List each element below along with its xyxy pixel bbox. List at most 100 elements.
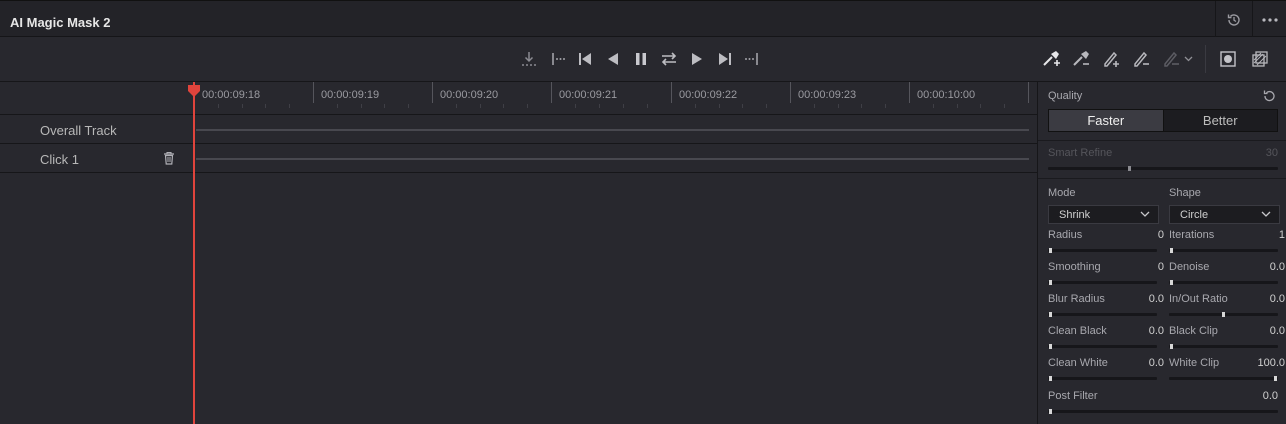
- slider-knob[interactable]: [1128, 166, 1131, 171]
- slider-knob[interactable]: [1049, 409, 1052, 414]
- slider-knob[interactable]: [1222, 312, 1225, 317]
- shape-dropdown[interactable]: Circle: [1169, 205, 1280, 224]
- subtract-stroke-icon[interactable]: [1131, 49, 1151, 69]
- section-divider: [1038, 140, 1286, 141]
- ruler-tick-label: 00:00:09:18: [202, 89, 261, 101]
- smoothing-value[interactable]: 0: [1108, 261, 1164, 273]
- denoise-slider[interactable]: [1169, 280, 1278, 285]
- iterations-slider[interactable]: [1169, 248, 1278, 253]
- iterations-value[interactable]: 1: [1229, 229, 1285, 241]
- chevron-down-icon: [1140, 211, 1150, 217]
- ruler-minor-tick: [599, 104, 600, 108]
- section-divider: [1038, 178, 1286, 179]
- ruler-minor-tick: [337, 104, 338, 108]
- ruler-tick-label: 00:00:09:20: [440, 89, 499, 101]
- ruler-minor-tick: [575, 104, 576, 108]
- in-out-ratio-label: In/Out Ratio: [1169, 293, 1228, 305]
- clean-black-slider[interactable]: [1048, 344, 1157, 349]
- track-in-icon[interactable]: [547, 49, 567, 69]
- mode-dropdown[interactable]: Shrink: [1048, 205, 1159, 224]
- delete-track-icon[interactable]: [162, 151, 176, 165]
- header-divider: [1215, 1, 1216, 37]
- ruler-minor-tick: [384, 104, 385, 108]
- radius-slider[interactable]: [1048, 248, 1157, 253]
- track-row-click-1[interactable]: Click 1: [0, 144, 1038, 173]
- white-clip-slider[interactable]: [1169, 376, 1278, 381]
- go-to-last-frame-icon[interactable]: [715, 49, 735, 69]
- blur-radius-value[interactable]: 0.0: [1108, 293, 1164, 305]
- playhead-handle[interactable]: [187, 84, 201, 97]
- reset-icon[interactable]: [1260, 87, 1278, 105]
- mode-label: Mode: [1048, 187, 1076, 199]
- remove-subject-picker-icon[interactable]: [1071, 49, 1091, 69]
- slider-knob[interactable]: [1049, 248, 1052, 253]
- iterations-label: Iterations: [1169, 229, 1215, 241]
- toolbar-divider: [1205, 45, 1206, 73]
- ruler-minor-tick: [361, 104, 362, 108]
- clean-white-label: Clean White: [1048, 357, 1108, 369]
- add-stroke-icon[interactable]: [1101, 49, 1121, 69]
- ruler-minor-tick: [885, 104, 886, 108]
- clean-black-label: Clean Black: [1048, 325, 1107, 337]
- black-clip-value[interactable]: 0.0: [1229, 325, 1285, 337]
- slider-knob[interactable]: [1049, 376, 1052, 381]
- ruler-minor-tick: [933, 104, 934, 108]
- quality-faster-button[interactable]: Faster: [1049, 110, 1164, 131]
- slider-knob[interactable]: [1170, 248, 1173, 253]
- ruler-minor-tick: [861, 104, 862, 108]
- track-reverse-one-frame-icon[interactable]: [519, 49, 539, 69]
- radius-value[interactable]: 0: [1108, 229, 1164, 241]
- radius-label: Radius: [1048, 229, 1083, 241]
- mask-overlay-icon[interactable]: [1218, 49, 1238, 69]
- smart-refine-slider[interactable]: [1048, 166, 1278, 171]
- in-out-ratio-value[interactable]: 0.0: [1229, 293, 1285, 305]
- post-filter-slider[interactable]: [1048, 409, 1278, 414]
- in-out-ratio-slider[interactable]: [1169, 312, 1278, 317]
- clean-black-value[interactable]: 0.0: [1108, 325, 1164, 337]
- more-options-icon[interactable]: [1260, 10, 1280, 30]
- ruler-minor-tick: [527, 104, 528, 108]
- smart-refine-label: Smart Refine: [1048, 147, 1113, 159]
- blur-radius-slider[interactable]: [1048, 312, 1157, 317]
- track-out-icon[interactable]: [743, 49, 763, 69]
- clean-white-value[interactable]: 0.0: [1108, 357, 1164, 369]
- slider-knob[interactable]: [1049, 344, 1052, 349]
- slider-knob[interactable]: [1274, 376, 1277, 381]
- timeline-area: 00:00:09:18 00:00:09:19 00:00:09:20 00:00:0…: [0, 82, 1038, 424]
- pause-icon[interactable]: [631, 49, 651, 69]
- go-to-first-frame-icon[interactable]: [575, 49, 595, 69]
- slider-knob[interactable]: [1170, 344, 1173, 349]
- track-row-overall[interactable]: Overall Track: [0, 115, 1038, 144]
- playhead-line[interactable]: [193, 82, 195, 424]
- ruler-tick: [671, 82, 672, 103]
- quality-better-button[interactable]: Better: [1164, 110, 1278, 131]
- quality-label: Quality: [1048, 90, 1083, 102]
- slider-knob[interactable]: [1170, 280, 1173, 285]
- shape-label: Shape: [1169, 187, 1201, 199]
- stroke-options-dropdown-icon[interactable]: [1161, 49, 1195, 69]
- history-icon[interactable]: [1224, 10, 1244, 30]
- ruler-minor-tick: [242, 104, 243, 108]
- mask-view-icon[interactable]: [1250, 49, 1270, 69]
- panel-title: AI Magic Mask 2: [10, 15, 111, 30]
- white-clip-value[interactable]: 100.0: [1229, 357, 1285, 369]
- timecode-ruler[interactable]: 00:00:09:18 00:00:09:19 00:00:09:20 00:00:0…: [0, 82, 1038, 115]
- play-reverse-icon[interactable]: [603, 49, 623, 69]
- play-forward-icon[interactable]: [687, 49, 707, 69]
- track-label: Overall Track: [40, 123, 117, 138]
- ruler-tick: [790, 82, 791, 103]
- ruler-minor-tick: [719, 104, 720, 108]
- clean-white-slider[interactable]: [1048, 376, 1157, 381]
- ruler-minor-tick: [814, 104, 815, 108]
- smoothing-slider[interactable]: [1048, 280, 1157, 285]
- smoothing-label: Smoothing: [1048, 261, 1101, 273]
- add-subject-picker-icon[interactable]: [1041, 49, 1061, 69]
- ruler-tick-label: 00:00:09:22: [679, 89, 738, 101]
- ruler-tick: [909, 82, 910, 103]
- slider-knob[interactable]: [1049, 312, 1052, 317]
- ruler-minor-tick: [218, 104, 219, 108]
- black-clip-slider[interactable]: [1169, 344, 1278, 349]
- slider-knob[interactable]: [1049, 280, 1052, 285]
- denoise-value[interactable]: 0.0: [1229, 261, 1285, 273]
- track-both-directions-icon[interactable]: [659, 49, 679, 69]
